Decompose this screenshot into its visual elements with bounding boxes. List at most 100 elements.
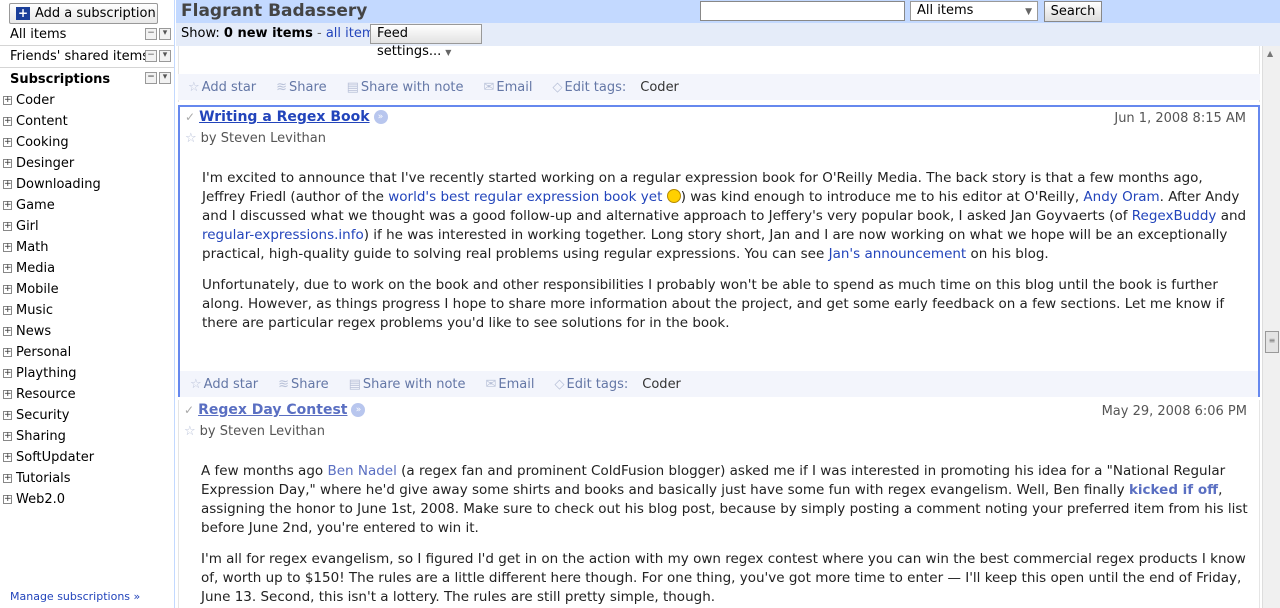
add-star-action[interactable]: ☆ Add star xyxy=(190,377,268,392)
sidebar-folder[interactable]: + Coder xyxy=(3,90,55,111)
sidebar-folder[interactable]: + Web2.0 xyxy=(3,489,65,510)
add-star-label: Add star xyxy=(203,376,259,392)
collapse-icon[interactable]: − xyxy=(145,28,157,40)
expand-icon[interactable]: + xyxy=(3,180,12,189)
add-subscription-button[interactable]: + Add a subscription xyxy=(9,3,158,24)
expand-icon[interactable]: + xyxy=(3,138,12,147)
plus-icon: + xyxy=(16,6,30,20)
dropdown-icon[interactable]: ▾ xyxy=(159,72,171,84)
sidebar-folder[interactable]: + Game xyxy=(3,195,55,216)
expand-icon[interactable]: + xyxy=(3,411,12,420)
share-action[interactable]: ≋ Share xyxy=(276,80,336,95)
entry-paragraph: Unfortunately, due to work on the book a… xyxy=(202,277,1225,331)
regular-expressions-info-link[interactable]: regular-expressions.info xyxy=(202,227,364,243)
sidebar-folder[interactable]: + SoftUpdater xyxy=(3,447,94,468)
open-link-icon[interactable]: » xyxy=(373,110,388,124)
expand-icon[interactable]: + xyxy=(3,474,12,483)
expand-icon[interactable]: + xyxy=(3,453,12,462)
folder-label: Resource xyxy=(16,387,76,402)
sidebar-folder[interactable]: + Desinger xyxy=(3,153,74,174)
subscriptions-header[interactable]: Subscriptions − ▾ xyxy=(0,68,174,90)
dropdown-icon[interactable]: ▾ xyxy=(159,28,171,40)
email-action[interactable]: ✉ Email xyxy=(486,377,545,392)
folder-label: Sharing xyxy=(16,429,66,444)
andy-oram-link[interactable]: Andy Oram xyxy=(1083,189,1159,205)
sidebar-folder[interactable]: + Plaything xyxy=(3,363,77,384)
star-icon[interactable]: ☆ xyxy=(185,131,197,146)
kicked-if-off-link[interactable]: kicked if off xyxy=(1129,482,1218,498)
sidebar-folder[interactable]: + Cooking xyxy=(3,132,69,153)
expand-icon[interactable]: + xyxy=(3,369,12,378)
sidebar-folder[interactable]: + Girl xyxy=(3,216,39,237)
sidebar-folder[interactable]: + Music xyxy=(3,300,53,321)
scroll-up-icon[interactable]: ▲ xyxy=(1267,49,1273,58)
email-action[interactable]: ✉ Email xyxy=(484,80,543,95)
ben-nadel-link[interactable]: Ben Nadel xyxy=(327,463,396,479)
feed-settings-button[interactable]: Feed settings... ▼ xyxy=(370,24,482,59)
expand-icon[interactable]: + xyxy=(3,201,12,210)
expand-icon[interactable]: + xyxy=(3,327,12,336)
scroll-thumb[interactable]: ≡ xyxy=(1265,331,1279,353)
folder-label: Tutorials xyxy=(16,471,71,486)
sidebar-folder[interactable]: + Sharing xyxy=(3,426,66,447)
search-button[interactable]: Search xyxy=(1044,1,1102,22)
expand-icon[interactable]: + xyxy=(3,390,12,399)
all-items-label: All items xyxy=(10,27,67,42)
manage-subscriptions-link[interactable]: Manage subscriptions » xyxy=(10,590,140,603)
entry-author: by Steven Levithan xyxy=(199,424,326,439)
expand-icon[interactable]: + xyxy=(3,432,12,441)
expand-icon[interactable]: + xyxy=(3,159,12,168)
edit-tags-action[interactable]: ◇ Edit tags: xyxy=(555,377,639,392)
sidebar-folder[interactable]: + Downloading xyxy=(3,174,101,195)
expand-icon[interactable]: + xyxy=(3,96,12,105)
expand-icon[interactable]: + xyxy=(3,222,12,231)
regexbuddy-link[interactable]: RegexBuddy xyxy=(1132,208,1217,224)
book-link[interactable]: world's best regular expression book yet xyxy=(388,189,662,205)
dropdown-icon[interactable]: ▾ xyxy=(159,50,171,62)
collapse-icon[interactable]: − xyxy=(145,50,157,62)
sidebar-item-friends-shared[interactable]: Friends' shared items − ▾ xyxy=(0,46,174,68)
sidebar-item-all-items[interactable]: All items − ▾ xyxy=(0,24,174,46)
entry-header: ✓ Regex Day Contest » xyxy=(184,402,366,418)
share-action[interactable]: ≋ Share xyxy=(278,377,338,392)
sidebar-folder[interactable]: + Content xyxy=(3,111,68,132)
sidebar-folder[interactable]: + News xyxy=(3,321,51,342)
sidebar-folder[interactable]: + Mobile xyxy=(3,279,59,300)
open-link-icon[interactable]: » xyxy=(351,403,366,417)
share-note-label: Share with note xyxy=(362,376,466,392)
jans-announcement-link[interactable]: Jan's announcement xyxy=(829,246,967,262)
expand-icon[interactable]: + xyxy=(3,243,12,252)
sidebar-folder[interactable]: + Resource xyxy=(3,384,76,405)
sidebar-folder[interactable]: + Security xyxy=(3,405,69,426)
scrollbar[interactable]: ▲ ≡ xyxy=(1262,46,1280,608)
expand-icon[interactable]: + xyxy=(3,495,12,504)
entry-body: A few months ago Ben Nadel (a regex fan … xyxy=(201,462,1249,608)
folder-label: Downloading xyxy=(16,177,101,192)
search-scope-select[interactable]: All items ▼ xyxy=(910,1,1038,21)
search-input[interactable] xyxy=(700,1,905,21)
sidebar-folder[interactable]: + Media xyxy=(3,258,55,279)
add-star-action[interactable]: ☆ Add star xyxy=(188,80,266,95)
folder-label: Plaything xyxy=(16,366,77,381)
expand-icon[interactable]: + xyxy=(3,117,12,126)
expand-icon[interactable]: + xyxy=(3,348,12,357)
search-scope-value: All items xyxy=(917,3,974,18)
collapse-icon[interactable]: − xyxy=(145,72,157,84)
sidebar-folder[interactable]: + Tutorials xyxy=(3,468,71,489)
share-with-note-action[interactable]: ▤ Share with note xyxy=(347,80,474,95)
share-with-note-action[interactable]: ▤ Share with note xyxy=(349,377,476,392)
entry-current[interactable]: ✓ Writing a Regex Book » Jun 1, 2008 8:1… xyxy=(178,105,1260,397)
sidebar-folder[interactable]: + Personal xyxy=(3,342,71,363)
folder-label: Personal xyxy=(16,345,72,360)
tag-icon: ◇ xyxy=(552,79,563,95)
email-label: Email xyxy=(496,79,533,95)
entry-title-link[interactable]: Regex Day Contest xyxy=(198,402,347,418)
expand-icon[interactable]: + xyxy=(3,264,12,273)
entry[interactable]: ✓ Regex Day Contest » May 29, 2008 6:06 … xyxy=(178,400,1260,608)
entry-title-link[interactable]: Writing a Regex Book xyxy=(199,109,370,125)
expand-icon[interactable]: + xyxy=(3,306,12,315)
expand-icon[interactable]: + xyxy=(3,285,12,294)
sidebar-folder[interactable]: + Math xyxy=(3,237,49,258)
star-icon[interactable]: ☆ xyxy=(184,424,196,439)
edit-tags-action[interactable]: ◇ Edit tags: xyxy=(553,80,637,95)
